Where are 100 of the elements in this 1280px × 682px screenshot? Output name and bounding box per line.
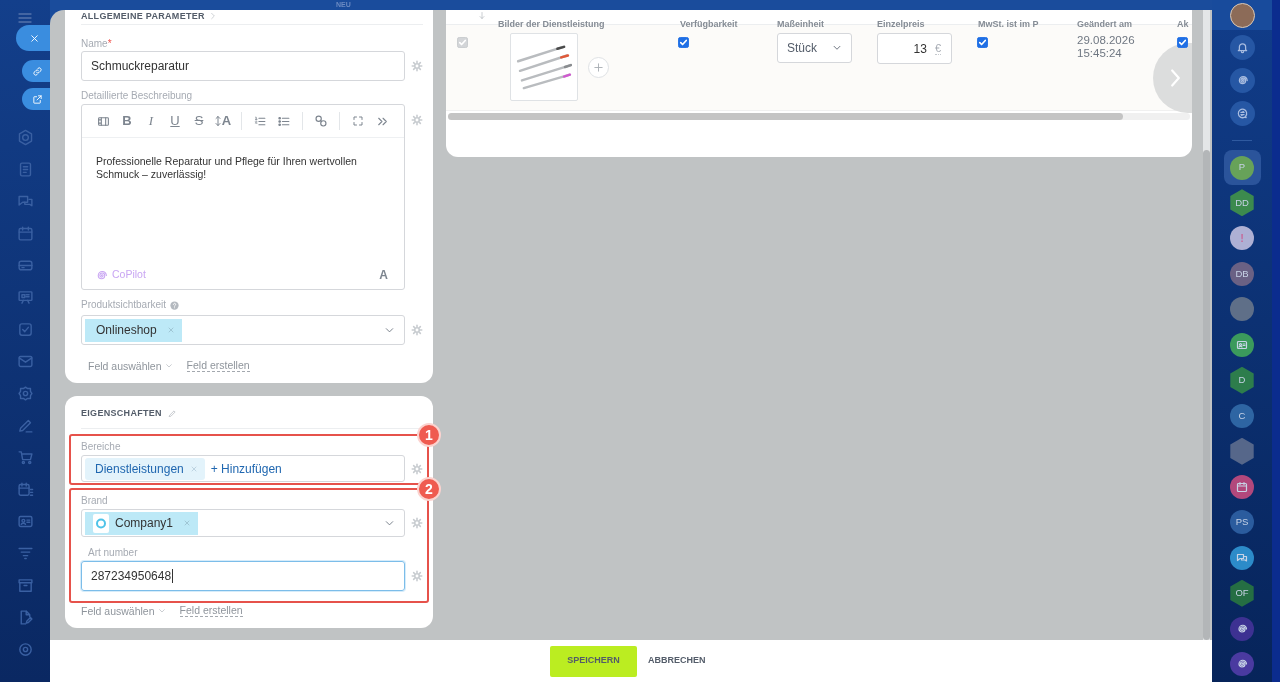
chevron-right-icon bbox=[1170, 68, 1181, 88]
selected-contact[interactable]: P bbox=[1223, 150, 1261, 185]
chevron-down-icon bbox=[164, 361, 173, 370]
scrollbar[interactable] bbox=[1203, 10, 1210, 640]
avatar[interactable] bbox=[1230, 297, 1254, 322]
text-cursor-icon bbox=[172, 569, 174, 583]
callout-number: 1 bbox=[417, 423, 441, 447]
badge-icon[interactable] bbox=[16, 384, 34, 402]
bullet-list-icon[interactable] bbox=[277, 114, 291, 128]
calendar-icon[interactable] bbox=[1230, 474, 1254, 499]
field-select-button[interactable]: Feld auswählen bbox=[81, 604, 166, 617]
contact-avatar[interactable]: C bbox=[1230, 403, 1254, 428]
select-field[interactable]: Company1 bbox=[81, 509, 405, 537]
text-format-button[interactable]: A bbox=[379, 268, 388, 282]
bold-button[interactable]: B bbox=[115, 109, 139, 133]
column-header[interactable]: Maßeinheit bbox=[777, 19, 824, 29]
save-button[interactable]: SPEICHERN bbox=[550, 645, 637, 677]
spiral-icon[interactable] bbox=[1230, 652, 1254, 677]
close-button[interactable] bbox=[16, 25, 50, 51]
column-header[interactable]: MwSt. ist im P bbox=[978, 19, 1039, 29]
chat-icon[interactable] bbox=[1229, 101, 1255, 127]
spiral-icon[interactable] bbox=[1229, 68, 1255, 94]
font-size-button[interactable]: A bbox=[211, 109, 235, 133]
hexagon-icon[interactable] bbox=[16, 128, 34, 146]
link-button[interactable] bbox=[22, 60, 50, 82]
remove-icon[interactable] bbox=[183, 519, 192, 527]
strikethrough-button[interactable]: S bbox=[187, 109, 211, 133]
link-icon[interactable] bbox=[314, 114, 328, 128]
contact-avatar[interactable]: DB bbox=[1230, 261, 1254, 286]
create-field-link[interactable]: Feld erstellen bbox=[186, 359, 250, 372]
field-label: Brand bbox=[81, 495, 108, 507]
settings-icon[interactable] bbox=[411, 462, 423, 475]
image-thumbnail[interactable] bbox=[510, 33, 578, 101]
settings-icon[interactable] bbox=[411, 517, 423, 529]
avatar[interactable] bbox=[1229, 437, 1255, 465]
external-link-button[interactable] bbox=[22, 88, 50, 110]
sort-icon[interactable] bbox=[478, 11, 486, 20]
video-icon[interactable] bbox=[95, 114, 111, 128]
checkbox-icon[interactable] bbox=[16, 320, 34, 338]
text-field[interactable]: Schmuckreparatur bbox=[81, 51, 405, 81]
cart-icon[interactable] bbox=[16, 448, 34, 466]
italic-button[interactable]: I bbox=[139, 109, 163, 133]
contact-avatar[interactable]: P bbox=[1230, 155, 1254, 180]
box-icon[interactable] bbox=[16, 576, 34, 594]
contact-avatar[interactable]: OF bbox=[1229, 579, 1255, 607]
pencil-icon[interactable] bbox=[167, 408, 177, 418]
numbered-list-icon[interactable] bbox=[253, 114, 267, 128]
tag-field[interactable]: Dienstleistungen + Hinzufügen bbox=[81, 455, 405, 482]
section-title: ALLGEMEINE PARAMETER bbox=[81, 11, 205, 21]
remove-icon[interactable] bbox=[166, 326, 175, 334]
column-header[interactable]: Geändert am bbox=[1077, 19, 1133, 29]
tag-label: Dienstleistungen bbox=[95, 460, 184, 478]
settings-icon[interactable] bbox=[411, 60, 423, 72]
plus-icon bbox=[593, 62, 604, 73]
ring-icon[interactable] bbox=[16, 640, 34, 658]
selected-tag[interactable]: Dienstleistungen bbox=[85, 457, 205, 480]
select-field[interactable]: Onlineshop bbox=[81, 315, 405, 345]
column-header[interactable]: Bilder der Dienstleistung bbox=[498, 19, 605, 29]
selected-tag[interactable]: Company1 bbox=[85, 511, 199, 535]
field-label: Produktsichtbarkeit bbox=[81, 299, 167, 311]
contact-avatar[interactable]: D bbox=[1229, 366, 1255, 394]
contact-avatar[interactable]: DD bbox=[1229, 189, 1255, 217]
column-header[interactable]: Ak bbox=[1177, 19, 1189, 29]
menu-icon[interactable] bbox=[16, 10, 34, 26]
tag-label: Onlineshop bbox=[96, 322, 157, 339]
settings-icon[interactable] bbox=[411, 114, 423, 126]
bell-icon[interactable] bbox=[1229, 35, 1255, 61]
callout-number: 2 bbox=[417, 477, 441, 501]
close-icon bbox=[29, 32, 40, 44]
scrollbar[interactable] bbox=[448, 113, 1190, 120]
settings-icon[interactable] bbox=[411, 324, 423, 336]
spiral-icon[interactable] bbox=[1230, 616, 1254, 641]
date-time: 29.08.2026 15:45:24 bbox=[1077, 34, 1136, 60]
help-icon[interactable] bbox=[170, 300, 180, 310]
chat-icon[interactable] bbox=[1230, 545, 1254, 570]
expand-icon[interactable] bbox=[352, 115, 364, 127]
text-editor[interactable]: B I U S A Professionelle Reparatur und Pflege für Ihren wertvollen Schmuck – zuverlässig! CoPilot A bbox=[81, 104, 405, 290]
selected-tag[interactable]: Onlineshop bbox=[85, 318, 182, 342]
chevron-right-icon[interactable] bbox=[208, 12, 217, 20]
underline-button[interactable]: U bbox=[163, 109, 187, 133]
cancel-button[interactable]: ABBRECHEN bbox=[648, 645, 706, 677]
column-header[interactable]: Einzelpreis bbox=[877, 19, 925, 29]
add-image-button[interactable] bbox=[588, 57, 609, 78]
field-select-button[interactable]: Feld auswählen bbox=[88, 359, 173, 372]
contact-card-icon[interactable] bbox=[1230, 332, 1254, 357]
field-label: Bereiche bbox=[81, 441, 121, 453]
column-header[interactable]: Verfügbarkeit bbox=[680, 19, 738, 29]
create-field-link[interactable]: Feld erstellen bbox=[179, 604, 243, 617]
copilot-button[interactable]: CoPilot bbox=[95, 267, 146, 283]
settings-icon[interactable] bbox=[411, 570, 423, 582]
remove-icon[interactable] bbox=[189, 464, 198, 473]
input-field[interactable]: 287234950648 bbox=[81, 561, 405, 591]
schedule-icon[interactable] bbox=[16, 480, 34, 498]
description-text: Professionelle Reparatur und Pflege für Ihren wertvollen Schmuck – zuverlässig! bbox=[96, 155, 358, 181]
contact-avatar[interactable]: PS bbox=[1230, 510, 1254, 535]
add-link[interactable]: + Hinzufügen bbox=[210, 459, 282, 478]
spiral-icon bbox=[95, 268, 108, 282]
avatar[interactable] bbox=[1229, 2, 1255, 28]
chevron-down-icon bbox=[157, 606, 166, 615]
board-icon[interactable] bbox=[16, 288, 34, 306]
